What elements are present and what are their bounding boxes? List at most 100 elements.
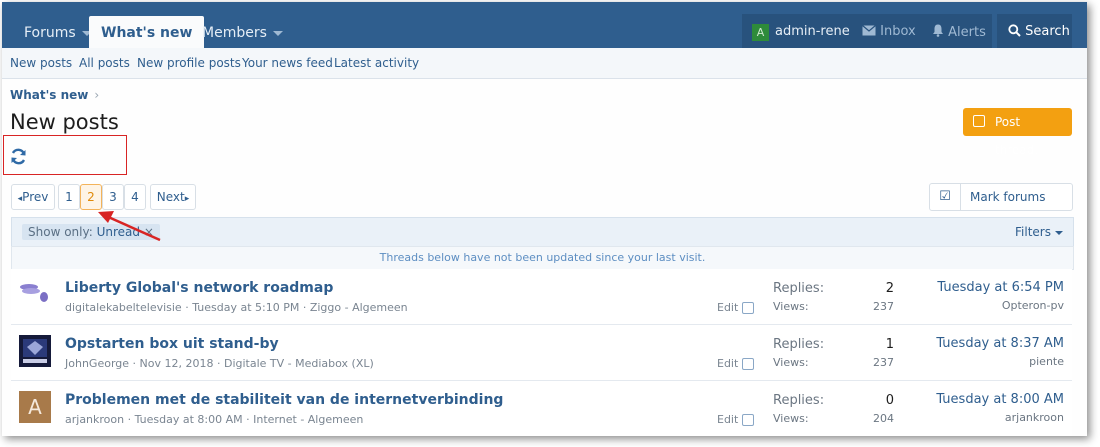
thread-date[interactable]: Nov 12, 2018 bbox=[140, 357, 214, 370]
inbox-link[interactable]: Inbox bbox=[862, 24, 916, 39]
thread-meta: JohnGeorge · Nov 12, 2018 · Digitale TV … bbox=[65, 357, 374, 370]
prev-label: Prev bbox=[22, 190, 49, 204]
views-label: Views: bbox=[773, 356, 809, 369]
post-thread-label: Post thread... bbox=[995, 115, 1046, 157]
thread-row: A Problemen met de stabiliteit van de in… bbox=[11, 381, 1072, 436]
search-link[interactable]: Search bbox=[1008, 24, 1070, 39]
edit-icon bbox=[973, 115, 985, 127]
alerts-link[interactable]: Alerts bbox=[932, 24, 986, 40]
page-link[interactable]: 4 bbox=[124, 184, 146, 210]
last-post-user[interactable]: piente bbox=[1029, 355, 1064, 368]
refresh-icon[interactable] bbox=[10, 148, 27, 170]
thread-avatar[interactable] bbox=[19, 335, 51, 367]
thread-list: Liberty Global's network roadmap digital… bbox=[11, 269, 1072, 436]
filter-value: Unread bbox=[96, 225, 140, 239]
thread-date[interactable]: Tuesday at 8:00 AM bbox=[135, 413, 243, 426]
thread-title[interactable]: Opstarten box uit stand-by bbox=[65, 336, 279, 352]
replies-count: 1 bbox=[885, 337, 894, 352]
filter-prefix: Show only: bbox=[28, 225, 93, 239]
post-thread-button[interactable]: Post thread... bbox=[963, 108, 1072, 157]
breadcrumb-item[interactable]: What's new bbox=[10, 88, 88, 102]
tab-whats-new[interactable]: What's new bbox=[89, 16, 205, 48]
thread-row: Liberty Global's network roadmap digital… bbox=[11, 269, 1072, 325]
tab-members[interactable]: Members bbox=[190, 18, 295, 48]
subnav-new-posts[interactable]: New posts bbox=[10, 56, 72, 70]
remove-filter-icon[interactable]: × bbox=[144, 225, 154, 239]
thread-row: Opstarten box uit stand-by JohnGeorge · … bbox=[11, 325, 1072, 381]
views-count: 204 bbox=[873, 412, 894, 425]
caret-down-icon bbox=[1055, 230, 1063, 235]
subnav-new-profile-posts[interactable]: New profile posts bbox=[137, 56, 241, 70]
last-post-date[interactable]: Tuesday at 6:54 PM bbox=[937, 280, 1064, 295]
select-checkbox[interactable] bbox=[742, 302, 754, 314]
views-count: 237 bbox=[873, 356, 894, 369]
last-post-date[interactable]: Tuesday at 8:00 AM bbox=[936, 392, 1064, 407]
tab-label: What's new bbox=[101, 25, 193, 41]
replies-label: Replies: bbox=[773, 281, 825, 296]
account-link[interactable]: admin-rene bbox=[775, 24, 850, 39]
search-icon bbox=[1008, 24, 1021, 37]
prev-page-button[interactable]: ◂Prev bbox=[11, 184, 55, 210]
thread-date[interactable]: Tuesday at 5:10 PM bbox=[192, 301, 299, 314]
tab-label: Members bbox=[202, 25, 267, 41]
page-link[interactable]: 3 bbox=[102, 184, 124, 210]
filter-bar: Show only: Unread × Filters bbox=[11, 217, 1074, 247]
unread-notice: Threads below have not been updated sinc… bbox=[11, 246, 1074, 270]
thread-forum[interactable]: Ziggo - Algemeen bbox=[310, 301, 408, 314]
views-count: 237 bbox=[873, 300, 894, 313]
replies-label: Replies: bbox=[773, 393, 825, 408]
app-window: Forums What's new Members A admin-rene I… bbox=[2, 2, 1087, 436]
edit-link[interactable]: Edit bbox=[717, 413, 738, 426]
thread-forum[interactable]: Internet - Algemeen bbox=[253, 413, 363, 426]
replies-count: 2 bbox=[885, 281, 894, 296]
thread-avatar[interactable]: A bbox=[19, 391, 51, 423]
thread-author[interactable]: JohnGeorge bbox=[65, 357, 129, 370]
edit-link[interactable]: Edit bbox=[717, 301, 738, 314]
checkbox-checked-icon: ☑ bbox=[930, 184, 961, 210]
breadcrumb[interactable]: What's new › bbox=[10, 88, 99, 102]
last-post-date[interactable]: Tuesday at 8:37 AM bbox=[936, 336, 1064, 351]
page-link-current[interactable]: 2 bbox=[80, 184, 102, 210]
subnav-all-posts[interactable]: All posts bbox=[79, 56, 130, 70]
last-post-user[interactable]: arjankroon bbox=[1005, 411, 1064, 424]
user-avatar[interactable]: A bbox=[752, 24, 769, 41]
replies-count: 0 bbox=[885, 393, 894, 408]
chevron-right-icon: ▸ bbox=[184, 194, 190, 204]
tab-label: Forums bbox=[24, 25, 76, 41]
search-label: Search bbox=[1025, 24, 1070, 39]
views-label: Views: bbox=[773, 412, 809, 425]
next-label: Next bbox=[156, 190, 185, 204]
edit-link[interactable]: Edit bbox=[717, 357, 738, 370]
thread-meta: digitalekabeltelevisie · Tuesday at 5:10… bbox=[65, 301, 408, 314]
alerts-label: Alerts bbox=[948, 25, 986, 40]
thread-forum[interactable]: Digitale TV - Mediabox (XL) bbox=[224, 357, 374, 370]
filters-menu[interactable]: Filters bbox=[1015, 225, 1063, 239]
subnav-latest-activity[interactable]: Latest activity bbox=[334, 56, 419, 70]
thread-avatar[interactable] bbox=[19, 279, 51, 311]
active-filter[interactable]: Show only: Unread × bbox=[22, 224, 160, 240]
thread-title[interactable]: Liberty Global's network roadmap bbox=[65, 280, 333, 296]
last-post-user[interactable]: Opteron-pv bbox=[1002, 299, 1064, 312]
page-title: New posts bbox=[10, 110, 119, 134]
bell-icon bbox=[933, 24, 943, 37]
inbox-label: Inbox bbox=[880, 24, 916, 39]
chevron-down-icon bbox=[272, 30, 283, 36]
next-page-button[interactable]: Next▸ bbox=[150, 184, 196, 210]
thread-title[interactable]: Problemen met de stabiliteit van de inte… bbox=[65, 392, 503, 408]
page-link[interactable]: 1 bbox=[58, 184, 80, 210]
select-checkbox[interactable] bbox=[742, 358, 754, 370]
refresh-glyph bbox=[11, 148, 26, 165]
thread-meta: arjankroon · Tuesday at 8:00 AM · Intern… bbox=[65, 413, 364, 426]
views-label: Views: bbox=[773, 300, 809, 313]
mark-forums-read-button[interactable]: ☑ Mark forums read bbox=[929, 183, 1073, 230]
chevron-right-icon: › bbox=[94, 88, 100, 102]
top-navigation: Forums What's new Members A admin-rene I… bbox=[2, 2, 1087, 48]
replies-label: Replies: bbox=[773, 337, 825, 352]
select-checkbox[interactable] bbox=[742, 414, 754, 426]
thread-author[interactable]: arjankroon bbox=[65, 413, 124, 426]
sub-navigation: New posts All posts New profile posts Yo… bbox=[2, 48, 1087, 79]
thread-author[interactable]: digitalekabeltelevisie bbox=[65, 301, 182, 314]
subnav-news-feed[interactable]: Your news feed bbox=[242, 56, 333, 70]
envelope-icon bbox=[862, 25, 876, 36]
filters-label: Filters bbox=[1015, 225, 1051, 239]
